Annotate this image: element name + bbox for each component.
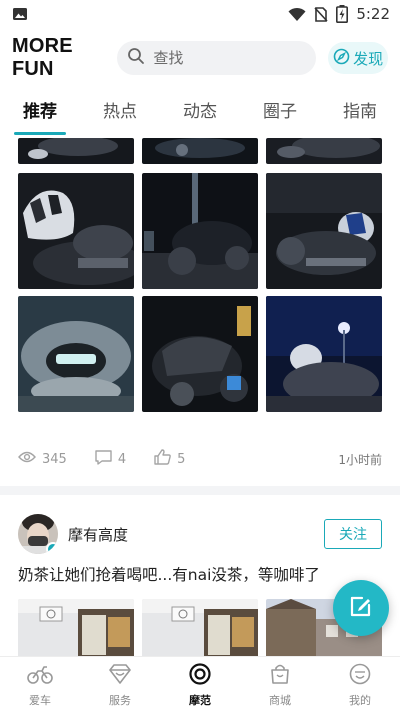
tab-activity[interactable]: 动态 <box>160 94 240 138</box>
tab-recommend[interactable]: 推荐 <box>0 94 80 138</box>
tab-circles[interactable]: 圈子 <box>240 94 320 138</box>
tab-bar: 推荐 热点 动态 圈子 指南 <box>0 94 400 138</box>
post-photo[interactable] <box>142 173 258 289</box>
bottom-nav: 爱车 服务 摩范 商城 我的 <box>0 656 400 711</box>
smiley-icon <box>349 663 371 688</box>
views-count: 345 <box>42 451 67 467</box>
status-bar: 5:22 <box>0 0 400 28</box>
wifi-icon <box>288 7 306 22</box>
post-photo[interactable] <box>18 296 134 412</box>
post-username[interactable]: 摩有高度 <box>68 524 128 545</box>
post-stats: 345 4 5 1小时前 <box>18 446 382 472</box>
nav-label-me: 我的 <box>349 694 371 707</box>
post-photo[interactable] <box>18 173 134 289</box>
post-photo[interactable] <box>18 138 134 164</box>
search-icon <box>127 47 145 69</box>
nav-label-car: 爱车 <box>29 694 51 707</box>
edit-icon <box>349 594 373 622</box>
discover-label: 发现 <box>353 49 384 68</box>
target-icon <box>188 663 212 688</box>
nav-label-mall: 商城 <box>269 694 291 707</box>
compose-button[interactable] <box>333 580 389 636</box>
post-photo-grid <box>18 599 382 656</box>
nav-item-service[interactable]: 服务 <box>80 657 160 711</box>
diamond-icon <box>108 663 132 688</box>
nav-item-me[interactable]: 我的 <box>320 657 400 711</box>
post-photo[interactable] <box>266 138 382 164</box>
feed[interactable]: 345 4 5 1小时前 摩有高度 关注 奶茶让她们抢着喝吧...有nai没茶，… <box>0 138 400 656</box>
avatar[interactable] <box>18 514 58 554</box>
post-photo[interactable] <box>18 599 134 656</box>
post-photo-grid-top <box>18 138 382 164</box>
image-icon <box>12 6 28 22</box>
nav-label-service: 服务 <box>109 694 131 707</box>
likes-stat[interactable]: 5 <box>154 449 185 469</box>
post-photo[interactable] <box>266 173 382 289</box>
comments-count: 4 <box>117 451 127 467</box>
post-photo[interactable] <box>266 296 382 412</box>
eye-icon <box>18 451 36 467</box>
post-photo[interactable] <box>142 138 258 164</box>
shopping-bag-icon <box>269 663 291 688</box>
post-text[interactable]: 奶茶让她们抢着喝吧...有nai没茶，等咖啡了 <box>18 563 382 585</box>
post-photo-grid-row-1 <box>18 173 382 289</box>
nav-item-car[interactable]: 爱车 <box>0 657 80 711</box>
likes-count: 5 <box>177 451 186 467</box>
tab-guide[interactable]: 指南 <box>320 94 400 138</box>
post-divider <box>0 486 400 495</box>
thumbs-up-icon <box>154 449 171 469</box>
search-bar[interactable] <box>117 41 317 75</box>
nav-item-mall[interactable]: 商城 <box>240 657 320 711</box>
post-photo[interactable] <box>142 599 258 656</box>
comment-icon <box>95 449 112 469</box>
app-screen: 5:22 MORE FUN 发现 推荐 热点 动态 圈子 指南 <box>0 0 400 711</box>
verified-badge-icon <box>46 542 58 554</box>
post-photo[interactable] <box>142 296 258 412</box>
search-input[interactable] <box>153 49 304 67</box>
follow-button[interactable]: 关注 <box>324 519 382 549</box>
battery-charging-icon <box>336 5 349 23</box>
compass-icon <box>333 48 350 69</box>
motorcycle-icon <box>27 663 53 688</box>
nav-item-mofan[interactable]: 摩范 <box>160 657 240 711</box>
top-header: MORE FUN 发现 <box>0 35 400 80</box>
views-stat: 345 <box>18 451 67 467</box>
no-sim-icon <box>314 6 328 22</box>
post-header: 摩有高度 关注 <box>18 511 382 557</box>
tab-hot[interactable]: 热点 <box>80 94 160 138</box>
status-time: 5:22 <box>356 5 390 23</box>
post-time: 1小时前 <box>338 452 382 467</box>
post-photo-grid-row-2 <box>18 296 382 412</box>
feed-post[interactable]: 摩有高度 关注 奶茶让她们抢着喝吧...有nai没茶，等咖啡了 <box>18 511 382 656</box>
nav-label-mofan: 摩范 <box>189 694 211 707</box>
discover-button[interactable]: 发现 <box>328 42 388 74</box>
brand-logo: MORE FUN <box>12 35 73 80</box>
comments-stat[interactable]: 4 <box>95 449 127 469</box>
